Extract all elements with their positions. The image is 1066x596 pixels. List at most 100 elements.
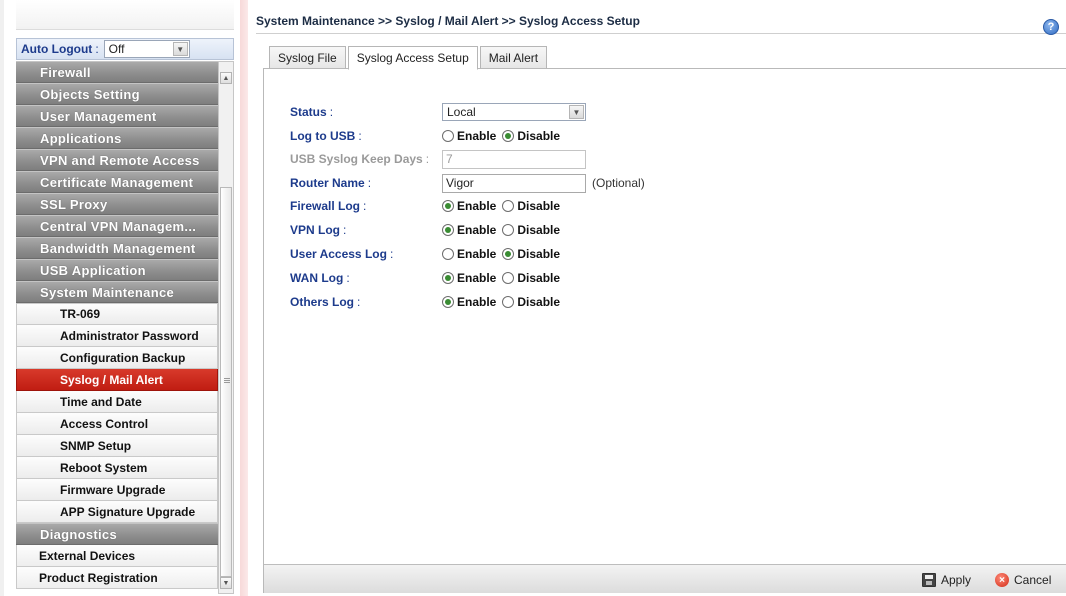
menu-usb-application[interactable]: USB Application [16, 259, 218, 281]
menu-applications[interactable]: Applications [16, 127, 218, 149]
chevron-down-icon[interactable]: ▼ [172, 42, 188, 56]
radio-icon[interactable] [502, 224, 515, 236]
submenu-access-control[interactable]: Access Control [16, 413, 218, 435]
radio-icon[interactable] [502, 200, 515, 212]
firewall-log-disable[interactable]: Disable [502, 199, 560, 213]
tab-mail-alert[interactable]: Mail Alert [479, 46, 548, 69]
main-menu: Firewall Objects Setting User Management… [16, 61, 218, 589]
auto-logout-bar: Auto Logout : Off ▼ [16, 38, 234, 60]
others-log-disable[interactable]: Disable [502, 295, 560, 309]
save-icon [922, 573, 936, 587]
usb-keep-days-label: USB Syslog Keep Days: [290, 152, 430, 166]
menu-objects-setting[interactable]: Objects Setting [16, 83, 218, 105]
others-log-label: Others Log: [290, 295, 361, 309]
usb-keep-days-input[interactable]: 7 [442, 149, 586, 169]
row-firewall-log: Firewall Log: Enable Disable [290, 196, 990, 216]
menu-scrollbar[interactable]: ▲ ▼ [218, 61, 234, 594]
others-log-enable[interactable]: Enable [442, 295, 496, 309]
status-label: Status: [290, 105, 334, 119]
row-vpn-log: VPN Log: Enable Disable [290, 220, 990, 240]
radio-selected-icon[interactable] [442, 296, 454, 308]
scroll-down-icon[interactable]: ▼ [220, 577, 232, 589]
router-name-input[interactable]: Vigor [442, 173, 586, 193]
menu-external-devices[interactable]: External Devices [16, 545, 218, 567]
submenu-app-signature-upgrade[interactable]: APP Signature Upgrade [16, 501, 218, 523]
menu-bandwidth-management[interactable]: Bandwidth Management [16, 237, 218, 259]
menu-user-management[interactable]: User Management [16, 105, 218, 127]
menu-certificate-management[interactable]: Certificate Management [16, 171, 218, 193]
log-to-usb-enable[interactable]: Enable [442, 129, 496, 143]
menu-vpn-remote-access[interactable]: VPN and Remote Access [16, 149, 218, 171]
submenu-firmware-upgrade[interactable]: Firmware Upgrade [16, 479, 218, 501]
wan-log-enable[interactable]: Enable [442, 271, 496, 285]
sidebar: Auto Logout : Off ▼ Firewall Objects Set… [0, 0, 248, 596]
breadcrumb: System Maintenance >> Syslog / Mail Aler… [256, 14, 1066, 34]
router-name-label: Router Name: [290, 176, 372, 190]
submenu-snmp-setup[interactable]: SNMP Setup [16, 435, 218, 457]
row-router-name: Router Name: Vigor (Optional) [290, 173, 990, 193]
radio-selected-icon[interactable] [442, 224, 454, 236]
vpn-log-disable[interactable]: Disable [502, 223, 560, 237]
router-name-hint: (Optional) [592, 176, 645, 190]
menu-system-maintenance[interactable]: System Maintenance [16, 281, 218, 303]
apply-label: Apply [941, 573, 972, 587]
tab-syslog-file[interactable]: Syslog File [269, 46, 346, 69]
log-to-usb-label: Log to USB: [290, 129, 362, 143]
user-access-log-disable[interactable]: Disable [502, 247, 560, 261]
wan-log-label: WAN Log: [290, 271, 350, 285]
user-access-log-label: User Access Log: [290, 247, 394, 261]
submenu-time-and-date[interactable]: Time and Date [16, 391, 218, 413]
submenu-syslog-mail-alert[interactable]: Syslog / Mail Alert [16, 369, 218, 391]
vpn-log-enable[interactable]: Enable [442, 223, 496, 237]
status-select[interactable]: Local ▼ [442, 103, 586, 121]
chevron-down-icon[interactable]: ▼ [569, 105, 584, 119]
row-user-access-log: User Access Log: Enable Disable [290, 244, 990, 264]
row-usb-keep-days: USB Syslog Keep Days: 7 [290, 149, 990, 169]
radio-icon[interactable] [502, 296, 515, 308]
menu-ssl-proxy[interactable]: SSL Proxy [16, 193, 218, 215]
radio-selected-icon[interactable] [442, 272, 454, 284]
menu-product-registration[interactable]: Product Registration [16, 567, 218, 589]
scroll-up-icon[interactable]: ▲ [220, 72, 232, 84]
submenu-administrator-password[interactable]: Administrator Password [16, 325, 218, 347]
cancel-label: Cancel [1014, 573, 1052, 587]
firewall-log-label: Firewall Log: [290, 199, 367, 213]
vpn-log-label: VPN Log: [290, 223, 347, 237]
auto-logout-label: Auto Logout [21, 42, 93, 56]
radio-selected-icon[interactable] [502, 130, 515, 142]
help-icon[interactable]: ? [1043, 19, 1059, 35]
row-wan-log: WAN Log: Enable Disable [290, 268, 990, 288]
radio-selected-icon[interactable] [442, 200, 454, 212]
content-panel [263, 68, 1066, 593]
user-access-log-enable[interactable]: Enable [442, 247, 496, 261]
tab-syslog-access-setup[interactable]: Syslog Access Setup [347, 46, 478, 70]
auto-logout-colon: : [95, 42, 99, 56]
submenu-configuration-backup[interactable]: Configuration Backup [16, 347, 218, 369]
radio-icon[interactable] [442, 130, 454, 142]
row-others-log: Others Log: Enable Disable [290, 292, 990, 312]
log-to-usb-disable[interactable]: Disable [502, 129, 560, 143]
radio-selected-icon[interactable] [502, 248, 515, 260]
auto-logout-value: Off [108, 42, 125, 56]
sidebar-header-strip [16, 0, 234, 30]
row-log-to-usb: Log to USB: Enable Disable [290, 126, 990, 146]
action-bar: Apply × Cancel [264, 564, 1066, 593]
tab-bar: Syslog File Syslog Access Setup Mail Ale… [269, 46, 549, 70]
radio-icon[interactable] [502, 272, 515, 284]
firewall-log-enable[interactable]: Enable [442, 199, 496, 213]
auto-logout-select[interactable]: Off ▼ [103, 40, 190, 58]
status-value: Local [447, 105, 476, 119]
row-status: Status: Local ▼ [290, 102, 990, 122]
radio-icon[interactable] [442, 248, 454, 260]
submenu-tr-069[interactable]: TR-069 [16, 303, 218, 325]
cancel-icon: × [995, 573, 1009, 587]
wan-log-disable[interactable]: Disable [502, 271, 560, 285]
submenu-reboot-system[interactable]: Reboot System [16, 457, 218, 479]
menu-firewall[interactable]: Firewall [16, 61, 218, 83]
menu-central-vpn-management[interactable]: Central VPN Managem... [16, 215, 218, 237]
cancel-button[interactable]: × Cancel [995, 571, 1051, 589]
menu-diagnostics[interactable]: Diagnostics [16, 523, 218, 545]
scrollbar-thumb[interactable] [220, 187, 232, 577]
scrollbar-grip-icon [224, 378, 230, 383]
apply-button[interactable]: Apply [922, 571, 971, 589]
